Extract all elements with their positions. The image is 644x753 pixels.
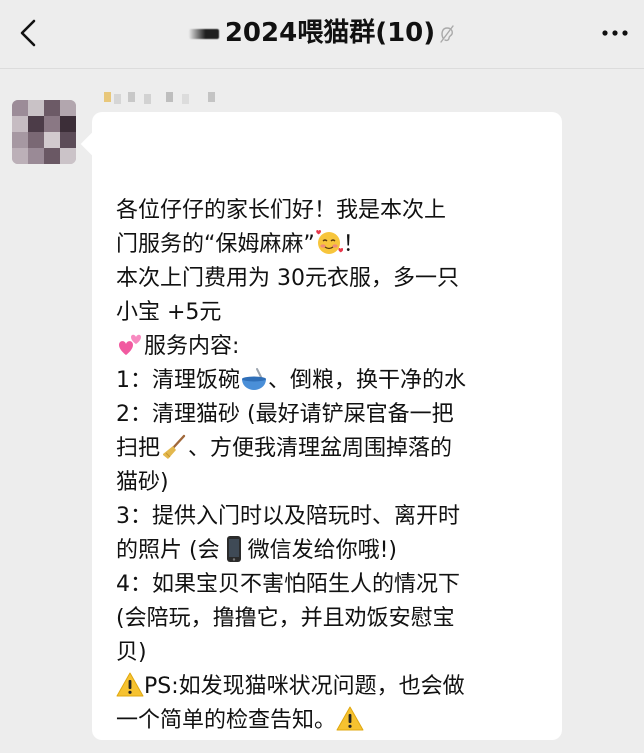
- message-line: 小宝 +5元: [116, 300, 222, 325]
- group-name: 2024喂猫群: [224, 18, 376, 48]
- message-line: 各位仔仔的家长们好！我是本次上: [116, 198, 447, 223]
- mobile-phone-icon: [226, 536, 241, 562]
- message-line: 扫把 、方便我清理盆周围掉落的: [116, 432, 552, 466]
- message-line: 门服务的“保姆麻麻” ！: [116, 228, 552, 262]
- more-dots-icon[interactable]: [600, 23, 630, 43]
- avatar[interactable]: [12, 100, 76, 164]
- message-line: 一个简单的检查告知。: [116, 704, 552, 738]
- warning-icon: [116, 672, 144, 697]
- chat-title[interactable]: 2024喂猫群(10): [0, 16, 644, 50]
- message-line: 的照片 (会 微信发给你哦!): [116, 534, 552, 568]
- message-line: 猫砂): [116, 470, 169, 495]
- message-line: 3：提供入门时以及陪玩时、离开时: [116, 504, 460, 529]
- message-bubble[interactable]: 各位仔仔的家长们好！我是本次上 门服务的“保姆麻麻” ！ 本次上门费用为 30元…: [92, 112, 562, 740]
- bowl-with-spoon-icon: [242, 368, 266, 390]
- chat-header: 2024喂猫群(10): [0, 0, 644, 69]
- message-line: (会陪玩，撸撸它，并且劝饭安慰宝: [116, 606, 455, 631]
- message-line: PS:如发现猫咪状况问题，也会做: [116, 670, 552, 704]
- message-line: 服务内容:: [116, 330, 552, 364]
- warning-icon: [336, 706, 364, 731]
- message-line: 1：清理饭碗 、倒粮，换干净的水: [116, 364, 552, 398]
- message-line: 2：清理猫砂 (最好请铲屎官备一把: [116, 402, 454, 427]
- message-line: 本次上门费用为 30元衣服，多一只: [116, 266, 459, 291]
- message-line: 贝): [116, 640, 147, 665]
- broom-icon: [163, 434, 186, 459]
- smiling-face-with-hearts-icon: [315, 230, 343, 254]
- member-count: (10): [375, 18, 436, 48]
- two-hearts-icon: [119, 334, 141, 355]
- message-line: 4：如果宝贝不害怕陌生人的情况下: [116, 572, 460, 597]
- mute-ear-icon: [440, 24, 454, 43]
- blurred-name-mask: [188, 28, 219, 39]
